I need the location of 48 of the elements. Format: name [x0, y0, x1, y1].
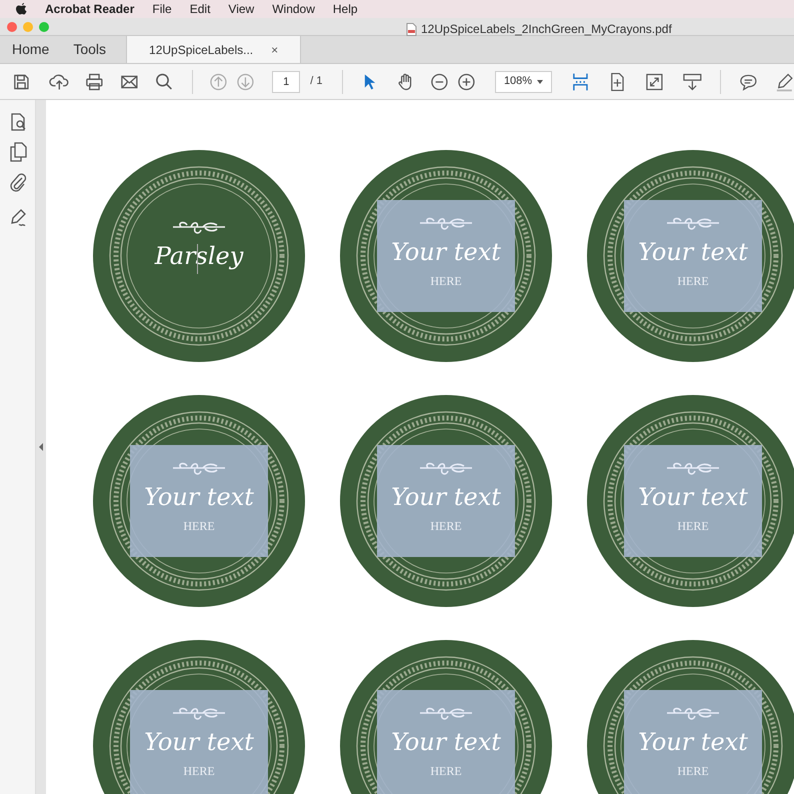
menu-item[interactable]: File — [152, 0, 172, 18]
search-icon[interactable] — [154, 72, 174, 92]
label-subtitle: HERE — [430, 763, 462, 780]
label-title: Your text — [391, 485, 501, 509]
zoom-in-icon[interactable] — [458, 72, 475, 90]
full-screen-icon[interactable] — [646, 72, 663, 90]
zoom-dropdown[interactable]: 108% — [494, 70, 552, 92]
window-title: 12UpSpiceLabels_2InchGreen_MyCrayons.pdf — [421, 21, 672, 38]
keyboard-download-icon[interactable] — [682, 72, 702, 92]
label-subtitle: HERE — [430, 273, 462, 290]
tab[interactable]: Home — [0, 36, 62, 63]
zoom-out-icon[interactable] — [431, 72, 448, 90]
menu-item[interactable]: Help — [332, 0, 358, 18]
label-subtitle: HERE — [430, 518, 462, 535]
label-title: Your text — [391, 240, 501, 264]
label-subtitle: HERE — [677, 273, 709, 290]
paperclip-icon[interactable] — [8, 172, 26, 192]
cloud-upload-icon[interactable] — [48, 72, 70, 92]
label-subtitle: HERE — [677, 763, 709, 780]
pdf-file-icon — [406, 22, 417, 36]
label-subtitle: HERE — [183, 518, 215, 535]
label-title: Your text — [144, 485, 254, 509]
page-number-field[interactable]: 1 — [272, 70, 300, 92]
label-title: Your text — [638, 730, 748, 754]
menu-item[interactable]: View — [228, 0, 254, 18]
print-icon[interactable] — [85, 72, 104, 92]
tab[interactable]: 12UpSpiceLabels... × — [126, 36, 302, 63]
label-title: Your text — [144, 730, 254, 754]
comment-icon[interactable] — [738, 72, 758, 90]
apple-logo-icon[interactable] — [16, 2, 27, 16]
pages-icon[interactable] — [8, 142, 26, 162]
menu-item[interactable]: Edit — [190, 0, 210, 18]
pointer-icon[interactable] — [363, 72, 376, 90]
caret-icon — [537, 80, 544, 84]
page-total: / 1 — [310, 74, 322, 90]
menu-item[interactable]: Window — [272, 0, 315, 18]
pen-icon[interactable] — [775, 72, 794, 92]
label-title: Your text — [638, 240, 748, 264]
label-subtitle: HERE — [677, 518, 709, 535]
collapse-arrow-icon[interactable] — [39, 443, 43, 451]
scroll-mode-icon[interactable] — [572, 72, 590, 92]
rotate-page-icon[interactable] — [609, 72, 626, 92]
label-title: Your text — [638, 485, 748, 509]
label-subtitle: HERE — [183, 763, 215, 780]
label-title: Your text — [391, 730, 501, 754]
close-tab-button[interactable]: × — [271, 40, 278, 58]
tab[interactable]: Tools — [61, 36, 118, 63]
app-name[interactable]: Acrobat Reader — [45, 0, 134, 18]
